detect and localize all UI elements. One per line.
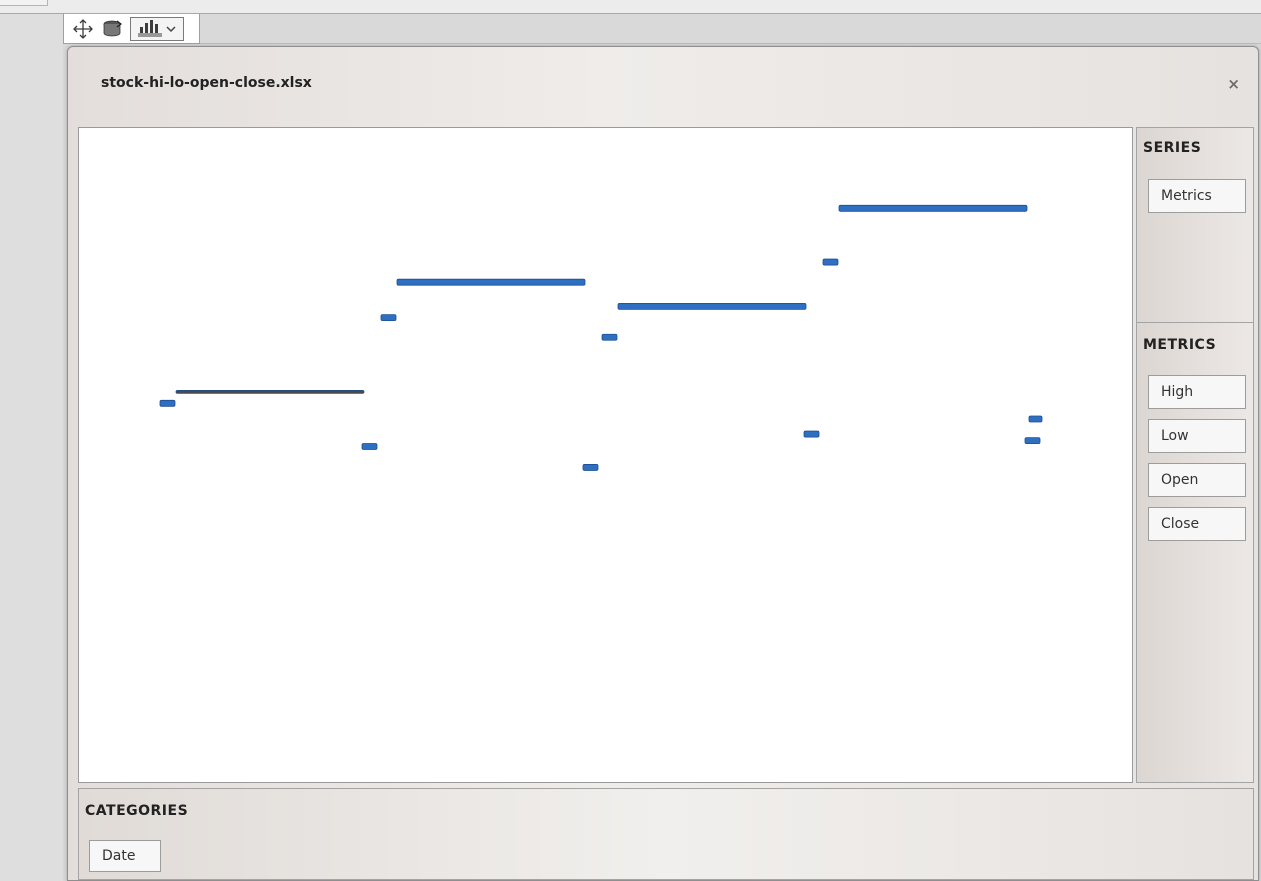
metric-item-low[interactable]: Low xyxy=(1148,419,1246,453)
open-marker xyxy=(380,314,397,322)
stock-chart xyxy=(159,204,1043,471)
high-bar xyxy=(175,389,365,394)
top-strip xyxy=(0,0,1261,14)
toolbar-background xyxy=(200,14,1261,44)
chart-area xyxy=(78,127,1133,783)
chevron-down-icon xyxy=(165,19,177,38)
categories-title: CATEGORIES xyxy=(85,803,189,819)
side-panel: SERIES Metrics METRICS High Low Open Clo… xyxy=(1136,127,1254,783)
category-item-date[interactable]: Date xyxy=(89,840,161,872)
high-bar xyxy=(617,302,807,310)
open-marker xyxy=(601,333,618,341)
metrics-title: METRICS xyxy=(1143,337,1217,353)
left-gutter xyxy=(0,14,63,881)
high-bar xyxy=(396,278,586,286)
metric-item-high[interactable]: High xyxy=(1148,375,1246,409)
categories-panel: CATEGORIES Date xyxy=(78,788,1254,880)
low-marker xyxy=(582,464,599,471)
low-marker xyxy=(1024,437,1041,445)
close-button[interactable]: × xyxy=(1227,75,1240,93)
metric-item-open[interactable]: Open xyxy=(1148,463,1246,497)
chart-toolbar xyxy=(63,14,200,44)
low-marker xyxy=(361,443,378,450)
series-panel: SERIES Metrics xyxy=(1137,128,1253,323)
close-marker xyxy=(1028,415,1043,423)
high-bar xyxy=(838,204,1028,212)
open-marker xyxy=(822,258,839,266)
chart-type-icon xyxy=(137,17,165,41)
datasource-icon[interactable] xyxy=(100,17,126,41)
open-marker xyxy=(159,399,176,407)
low-marker xyxy=(803,430,820,438)
chart-type-picker[interactable] xyxy=(130,16,184,41)
series-item-metrics[interactable]: Metrics xyxy=(1148,179,1246,213)
tab-corner xyxy=(0,0,48,6)
chart-dialog: stock-hi-lo-open-close.xlsx × SERIES Met… xyxy=(67,46,1259,881)
metric-item-close[interactable]: Close xyxy=(1148,507,1246,541)
dialog-title: stock-hi-lo-open-close.xlsx xyxy=(101,75,312,91)
series-title: SERIES xyxy=(1143,140,1202,156)
move-icon[interactable] xyxy=(70,17,96,41)
